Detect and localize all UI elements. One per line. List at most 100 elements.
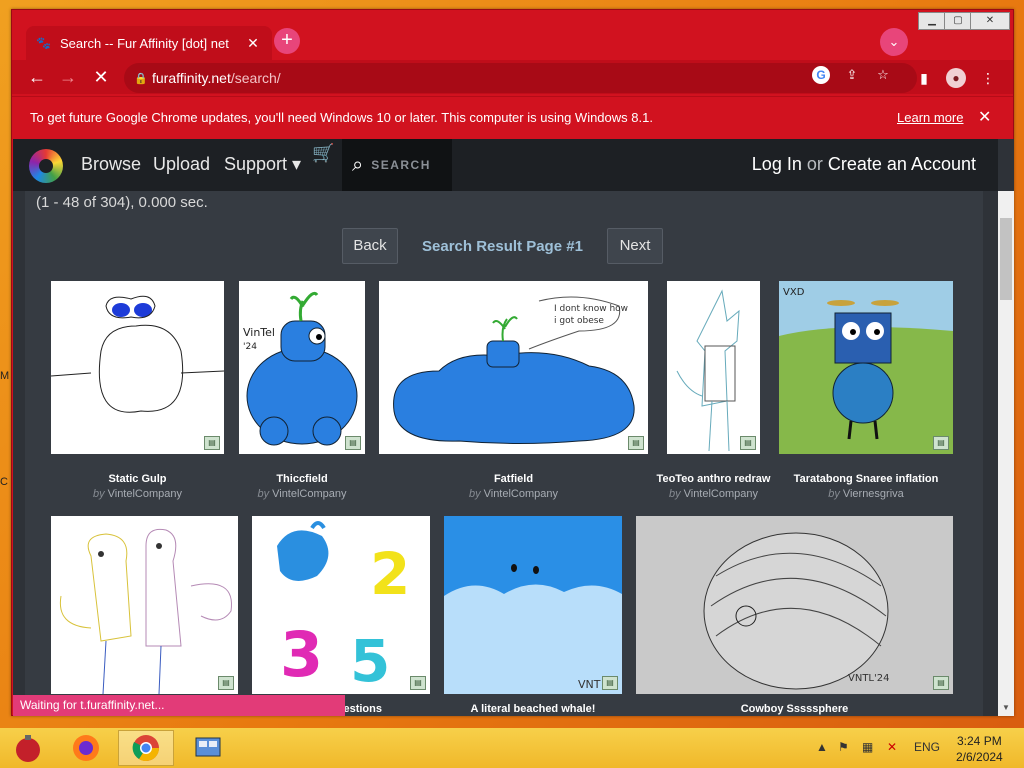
site-search-input[interactable]: ⌕ SEARCH	[342, 139, 452, 191]
lock-icon: 🔒	[134, 72, 148, 85]
nav-upload[interactable]: Upload	[153, 154, 210, 175]
chrome-taskbar-button[interactable]	[118, 730, 174, 766]
scrollbar-thumb[interactable]	[1000, 218, 1012, 300]
chrome-icon	[132, 735, 160, 762]
url-host: furaffinity.net	[152, 70, 231, 86]
result-thumbnail[interactable]: 2 3 5 ▤	[252, 516, 430, 695]
result-title[interactable]: Static Gulp	[51, 472, 224, 486]
svg-text:I dont know how: I dont know how	[554, 304, 628, 314]
download-icon: ▤	[218, 676, 234, 690]
login-link[interactable]: Log In	[752, 154, 802, 174]
svg-text:VXD: VXD	[783, 287, 805, 298]
ornament-icon	[16, 735, 40, 762]
firefox-taskbar-button[interactable]	[58, 730, 114, 766]
fat-character-image: I dont know how i got obese	[393, 296, 635, 444]
title-bar: 🐾 Search -- Fur Affinity [dot] net ✕ + ⌄…	[12, 10, 1013, 66]
number-characters-image: 2 3 5	[277, 521, 410, 695]
result-thumbnail[interactable]: VinTel '24 ▤	[239, 281, 365, 454]
beached-whale-image: VNT	[444, 516, 622, 694]
result-title[interactable]: Cowboy Sssssphere	[636, 702, 953, 716]
result-thumbnail[interactable]: ▤	[667, 281, 760, 454]
bookmark-star-icon[interactable]: ☆	[874, 66, 892, 84]
back-button[interactable]: Back	[342, 228, 398, 264]
tab-search[interactable]: 🐾 Search -- Fur Affinity [dot] net ✕	[26, 26, 272, 60]
svg-text:VinTel: VinTel	[243, 326, 275, 339]
result-title[interactable]: Fatfield	[379, 472, 648, 486]
by-text: by	[257, 488, 270, 500]
result-thumbnail[interactable]: I dont know how i got obese ▤	[379, 281, 648, 454]
result-title[interactable]: Taratabong Snaree inflation	[779, 472, 953, 486]
result-author[interactable]: VintelCompany	[484, 488, 558, 500]
svg-text:5: 5	[350, 627, 390, 694]
start-ornament-icon[interactable]	[0, 730, 56, 766]
or-text: or	[806, 154, 823, 174]
result-byline: by Viernesgriva	[779, 486, 953, 502]
download-icon: ▤	[410, 676, 426, 690]
stop-loading-icon[interactable]: ✕	[90, 66, 112, 88]
result-thumbnail[interactable]: ▤	[51, 516, 238, 695]
network-icon[interactable]: ▦	[862, 740, 873, 754]
download-icon: ▤	[933, 676, 949, 690]
create-account-link[interactable]: Create an Account	[828, 154, 976, 174]
firefox-icon	[73, 735, 99, 761]
result-title[interactable]: TeoTeo anthro redraw	[655, 472, 772, 486]
scroll-down-icon[interactable]: ▼	[998, 700, 1014, 716]
google-lens-icon[interactable]: G	[812, 66, 830, 84]
minimize-button[interactable]: ▁	[918, 12, 946, 30]
action-center-flag-icon[interactable]: ⚑	[838, 740, 849, 754]
result-byline: by VintelCompany	[51, 486, 224, 502]
kebab-menu-icon[interactable]: ⋮	[978, 68, 998, 88]
propeller-character-image: VXD	[779, 281, 953, 454]
result-thumbnail[interactable]: VNTL'24 ▤	[636, 516, 953, 694]
result-byline: by VintelCompany	[239, 486, 365, 502]
result-thumbnail[interactable]: ▤	[50, 281, 225, 454]
side-panel-icon[interactable]: ▮	[914, 68, 934, 88]
infobar-close-icon[interactable]: ✕	[978, 107, 991, 127]
forward-arrow-icon[interactable]: →	[57, 66, 79, 88]
result-author[interactable]: Viernesgriva	[843, 488, 904, 500]
clock-time: 3:24 PM	[957, 734, 1002, 748]
status-bubble: Waiting for t.furaffinity.net...	[13, 695, 345, 716]
site-logo-icon[interactable]	[29, 149, 63, 183]
nav-support[interactable]: Support ▾	[224, 154, 301, 175]
infobar-message: To get future Google Chrome updates, you…	[30, 110, 653, 125]
next-button[interactable]: Next	[607, 228, 663, 264]
tab-search-chevron-icon[interactable]: ⌄	[880, 28, 908, 56]
language-indicator[interactable]: ENG	[914, 740, 940, 754]
share-icon[interactable]: ⇪	[843, 66, 861, 84]
anthro-sketch-image	[676, 289, 740, 452]
profile-avatar-icon[interactable]: ●	[946, 68, 966, 88]
result-title[interactable]: A literal beached whale!	[444, 702, 622, 716]
new-tab-button[interactable]: +	[274, 28, 300, 54]
learn-more-link[interactable]: Learn more	[897, 110, 963, 125]
download-icon: ▤	[628, 436, 644, 450]
paw-favicon-icon: 🐾	[36, 36, 51, 50]
by-text: by	[92, 488, 105, 500]
show-hidden-icons-icon[interactable]: ▲	[816, 740, 828, 754]
download-icon: ▤	[602, 676, 618, 690]
results-stats: (1 - 48 of 304), 0.000 sec.	[36, 194, 208, 211]
address-bar[interactable]: 🔒 furaffinity.net/search/	[124, 63, 917, 93]
cart-icon[interactable]: 🛒	[312, 143, 334, 164]
result-author[interactable]: VintelCompany	[684, 488, 758, 500]
page-scrollbar[interactable]: ▼	[998, 191, 1014, 716]
system-clock[interactable]: 3:24 PM 2/6/2024	[956, 733, 1003, 765]
nav-browse[interactable]: Browse	[81, 154, 141, 175]
volume-muted-icon[interactable]: ✕	[887, 740, 897, 754]
update-infobar: To get future Google Chrome updates, you…	[12, 96, 1013, 138]
result-author[interactable]: VintelCompany	[272, 488, 346, 500]
download-icon: ▤	[204, 436, 220, 450]
tab-close-icon[interactable]: ✕	[244, 35, 262, 52]
result-title[interactable]: Thiccfield	[239, 472, 365, 486]
svg-text:i got obese: i got obese	[554, 316, 604, 326]
window-close-button[interactable]: ✕	[970, 12, 1010, 30]
account-links: Log In or Create an Account	[752, 154, 976, 175]
sphere-sketch-image: VNTL'24	[703, 532, 889, 690]
clock-date: 2/6/2024	[956, 750, 1003, 764]
result-thumbnail[interactable]: VNT ▤	[444, 516, 622, 694]
control-panel-taskbar-button[interactable]	[180, 730, 236, 766]
back-arrow-icon[interactable]: ←	[26, 66, 48, 88]
result-thumbnail[interactable]: VXD ▤	[779, 281, 953, 454]
maximize-button[interactable]: ▢	[944, 12, 972, 30]
result-author[interactable]: VintelCompany	[108, 488, 182, 500]
